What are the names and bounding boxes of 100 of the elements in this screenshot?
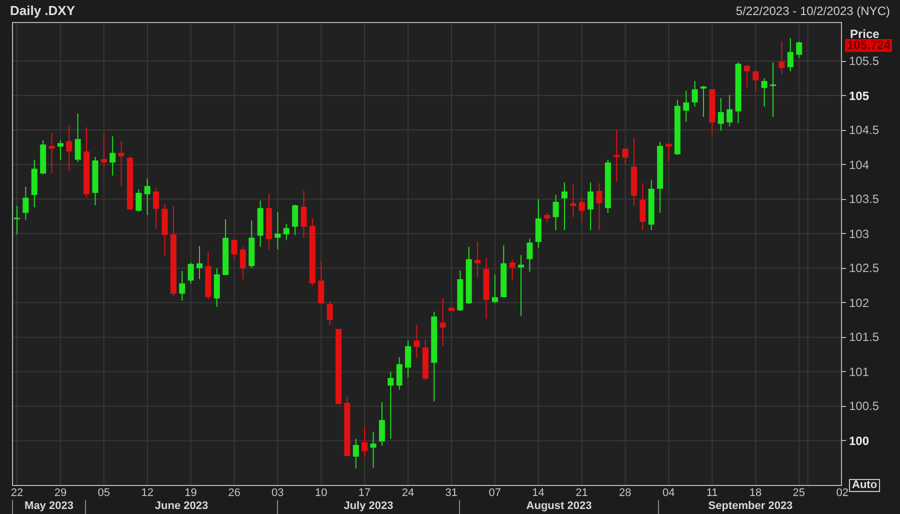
price-tick-label: 105 <box>849 88 870 104</box>
candle <box>744 64 750 88</box>
day-label: 21 <box>576 486 588 500</box>
price-tick-label: 105.5 <box>849 53 880 70</box>
candle <box>405 340 412 378</box>
candle <box>752 70 759 92</box>
candle <box>110 136 116 176</box>
candle <box>352 438 359 469</box>
candle <box>266 193 272 250</box>
chart-title: Daily .DXY <box>10 2 76 20</box>
candle <box>596 182 602 231</box>
price-tick-label: 103 <box>849 226 870 242</box>
candle <box>205 251 212 300</box>
candle <box>126 156 133 211</box>
candle <box>370 431 376 468</box>
day-label: 28 <box>619 486 632 500</box>
candle <box>179 270 186 302</box>
price-tick-label: 104 <box>849 156 870 174</box>
candle <box>666 142 672 162</box>
candle <box>388 371 394 440</box>
day-label: 31 <box>445 486 458 500</box>
candle <box>257 200 264 248</box>
candle <box>362 426 368 458</box>
candle <box>440 297 446 347</box>
candle <box>274 212 281 250</box>
day-label: 03 <box>272 486 284 500</box>
candle <box>118 140 124 186</box>
candle <box>214 268 220 308</box>
axis-title: Price <box>850 27 880 41</box>
candle <box>770 62 776 118</box>
candle <box>283 223 290 240</box>
candle <box>509 259 516 282</box>
auto-scale-button[interactable]: Auto <box>849 478 880 492</box>
candle <box>544 212 550 222</box>
candle <box>84 126 90 198</box>
candle <box>683 90 690 122</box>
current-price-label: 105.724 <box>845 39 892 52</box>
month-label: June 2023 <box>154 500 208 514</box>
candle <box>48 132 55 174</box>
day-label: 17 <box>358 486 371 500</box>
candle <box>518 254 524 316</box>
candle <box>578 196 585 224</box>
candle <box>448 307 454 312</box>
candle <box>492 274 498 304</box>
day-label: 04 <box>662 486 675 500</box>
day-label: 26 <box>228 486 240 500</box>
day-label: 10 <box>314 486 328 500</box>
candle <box>396 356 402 390</box>
candle <box>761 78 768 108</box>
candle <box>718 98 724 132</box>
candle <box>561 182 568 231</box>
price-tick-label: 100.5 <box>849 398 880 415</box>
candle <box>100 133 107 168</box>
day-label: 22 <box>10 486 24 500</box>
price-tick-label: 101.5 <box>849 329 880 346</box>
day-label: 07 <box>488 486 501 500</box>
day-label: 25 <box>792 486 806 500</box>
candle <box>692 80 698 108</box>
day-label: 12 <box>141 486 154 500</box>
candle <box>378 402 385 446</box>
candle <box>22 186 29 220</box>
price-tick-label: 102 <box>849 294 870 312</box>
candle <box>31 159 38 208</box>
candle <box>500 244 507 298</box>
candle <box>92 156 98 206</box>
candle <box>196 246 202 280</box>
month-label: September 2023 <box>708 500 793 514</box>
candle <box>778 41 785 75</box>
candle <box>222 218 229 276</box>
day-label: 29 <box>54 486 67 500</box>
candle <box>326 300 333 326</box>
candle <box>318 260 324 306</box>
candle <box>40 140 46 175</box>
candle <box>300 190 307 238</box>
candle <box>604 159 611 214</box>
candle <box>57 140 64 160</box>
candle <box>188 262 194 284</box>
candle <box>787 38 794 72</box>
candle <box>144 178 150 216</box>
candle <box>552 194 559 231</box>
candle <box>344 396 350 458</box>
candle <box>474 241 481 278</box>
candle <box>674 99 680 156</box>
candle <box>588 182 594 231</box>
candle <box>622 148 628 166</box>
candle <box>162 203 168 256</box>
candle <box>231 239 238 259</box>
candle <box>74 112 81 162</box>
candle <box>457 270 464 312</box>
candle <box>422 338 428 381</box>
candle <box>483 257 490 320</box>
candle <box>240 246 246 280</box>
month-label: August 2023 <box>526 500 592 514</box>
price-tick-label: 103.5 <box>849 191 880 208</box>
day-label: 19 <box>184 486 197 500</box>
candle <box>700 85 706 118</box>
price-tick-label: 101 <box>849 364 870 380</box>
candle <box>292 204 298 236</box>
month-label: July 2023 <box>344 500 394 514</box>
candle <box>535 198 542 249</box>
